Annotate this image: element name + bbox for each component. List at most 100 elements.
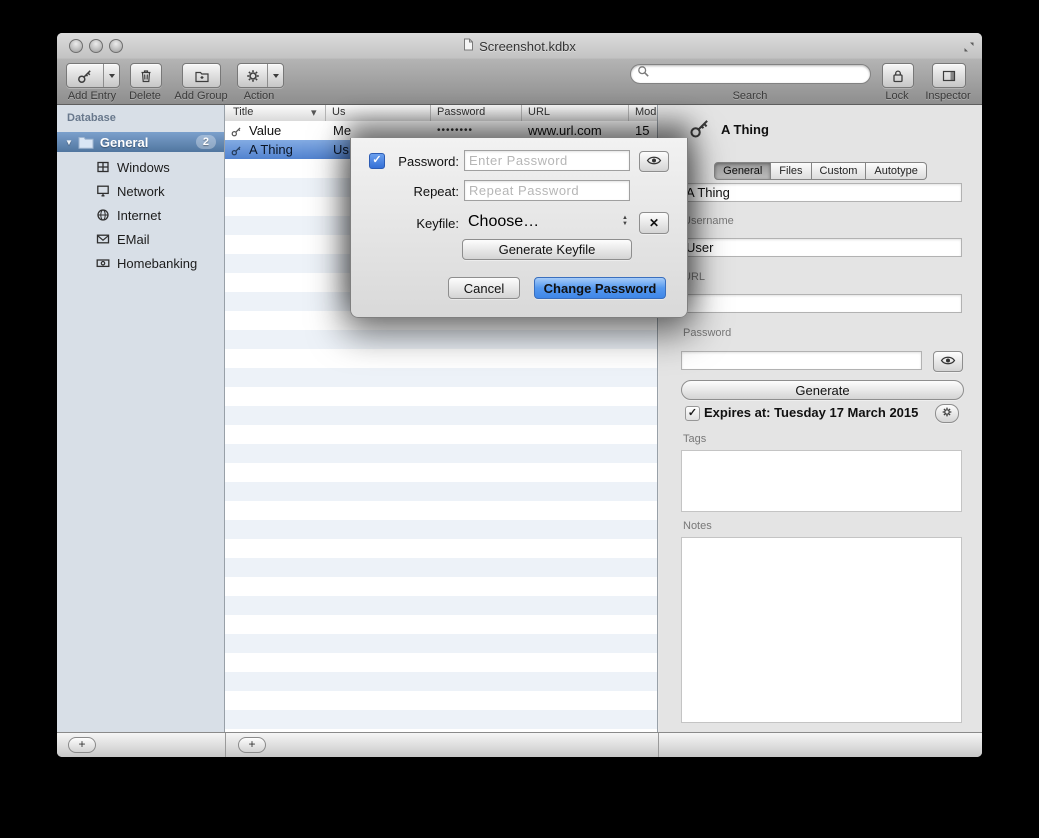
window-title: Screenshot.kdbx [479, 39, 576, 54]
tags-input[interactable] [681, 450, 962, 512]
document-icon [463, 38, 474, 54]
entry-title: Value [249, 123, 281, 138]
window-panes-icon [95, 160, 111, 174]
action-button[interactable] [237, 63, 284, 88]
sidebar-item-label: Internet [117, 208, 161, 223]
sidebar-item-email[interactable]: EMail [57, 227, 224, 251]
generate-keyfile-label: Generate Keyfile [499, 242, 596, 257]
sidebar-item-label: Homebanking [117, 256, 197, 271]
entry-url: www.url.com [528, 123, 602, 138]
footer-divider [658, 733, 659, 757]
column-header-url[interactable]: URL [528, 106, 550, 118]
reveal-new-password-button[interactable] [639, 151, 669, 172]
password-field[interactable] [681, 351, 922, 370]
expires-checkbox[interactable]: ✓ [685, 406, 700, 421]
lock-icon [883, 64, 913, 87]
disclosure-triangle-icon[interactable]: ▼ [65, 138, 73, 147]
app-window: Screenshot.kdbx Add Entry Delete Add Gro… [57, 33, 982, 757]
change-password-button[interactable]: Change Password [534, 277, 666, 299]
trash-icon [131, 64, 161, 87]
folder-icon [78, 136, 94, 149]
notes-input[interactable] [681, 537, 962, 723]
entry-password: •••••••• [437, 125, 473, 136]
gear-icon [941, 406, 953, 421]
title-field[interactable] [681, 183, 962, 202]
window-chrome: Screenshot.kdbx Add Entry Delete Add Gro… [57, 33, 982, 105]
tab-custom[interactable]: Custom [812, 162, 867, 180]
column-divider[interactable] [430, 105, 431, 121]
username-label: Username [683, 215, 734, 227]
delete-button[interactable] [130, 63, 162, 88]
column-divider[interactable] [628, 105, 629, 121]
action-dropdown[interactable] [267, 64, 283, 87]
sidebar-item-windows[interactable]: Windows [57, 155, 224, 179]
column-divider[interactable] [325, 105, 326, 121]
sort-indicator-icon: ▾ [311, 106, 317, 119]
add-entry-footer-button[interactable]: + [238, 737, 266, 753]
tab-files[interactable]: Files [771, 162, 811, 180]
monitor-icon [95, 184, 111, 198]
column-header-username[interactable]: Us [332, 106, 345, 118]
search-field[interactable] [630, 64, 871, 84]
generate-password-button[interactable]: Generate [681, 380, 964, 400]
key-icon [67, 64, 103, 87]
sidebar-item-internet[interactable]: Internet [57, 203, 224, 227]
add-entry-button[interactable] [66, 63, 120, 88]
sheet-password-label: Password: [383, 154, 459, 169]
close-icon: ✕ [649, 216, 659, 230]
reveal-password-button[interactable] [933, 351, 963, 372]
sidebar-group-general[interactable]: ▼ General 2 [57, 132, 224, 152]
url-field[interactable] [681, 294, 962, 313]
sheet-keyfile-label: Keyfile: [383, 216, 459, 231]
tab-autotype[interactable]: Autotype [866, 162, 926, 180]
notes-label: Notes [683, 520, 712, 532]
repeat-password-input[interactable] [464, 180, 630, 201]
generate-keyfile-button[interactable]: Generate Keyfile [462, 239, 632, 260]
new-password-input[interactable] [464, 150, 630, 171]
change-password-sheet: ✓ Password: Repeat: Keyfile: Choose… ▲▼ … [350, 138, 688, 318]
add-entry-dropdown[interactable] [103, 64, 119, 87]
add-group-footer-button[interactable]: + [68, 737, 96, 753]
popup-stepper-icon: ▲▼ [622, 216, 628, 227]
expires-options-button[interactable] [935, 404, 959, 423]
inspector-entry-title: A Thing [721, 122, 769, 137]
sheet-repeat-label: Repeat: [383, 184, 459, 199]
folder-plus-icon [183, 64, 220, 87]
add-group-button[interactable] [182, 63, 221, 88]
keyfile-popup-value: Choose… [468, 213, 539, 231]
change-password-label: Change Password [544, 281, 657, 296]
sidebar-item-homebanking[interactable]: Homebanking [57, 251, 224, 275]
fullscreen-icon[interactable] [963, 40, 975, 58]
search-label: Search [710, 90, 790, 102]
search-icon [637, 65, 650, 83]
sidebar-item-network[interactable]: Network [57, 179, 224, 203]
key-icon [689, 117, 711, 142]
key-icon [231, 125, 242, 140]
lock-button[interactable] [882, 63, 914, 88]
column-divider[interactable] [521, 105, 522, 121]
expires-label: Expires at: Tuesday 17 March 2015 [704, 405, 918, 420]
clear-keyfile-button[interactable]: ✕ [639, 212, 669, 234]
chevron-down-icon [273, 74, 279, 78]
search-input[interactable] [654, 66, 864, 82]
group-count-badge: 2 [196, 135, 216, 149]
sidebar-item-label: Network [117, 184, 165, 199]
tags-label: Tags [683, 433, 706, 445]
keyfile-popup[interactable]: Choose… ▲▼ [464, 211, 630, 232]
sidebar-item-label: EMail [117, 232, 150, 247]
username-field[interactable] [681, 238, 962, 257]
entry-title: A Thing [249, 142, 293, 157]
chevron-down-icon [109, 74, 115, 78]
entry-username: Us [333, 142, 349, 157]
column-header-title[interactable]: Title [233, 106, 253, 118]
inspector-toggle-button[interactable] [932, 63, 966, 88]
tab-general[interactable]: General [714, 162, 771, 180]
sidebar-item-label: Windows [117, 160, 170, 175]
column-header-password[interactable]: Password [437, 106, 485, 118]
cancel-button[interactable]: Cancel [448, 277, 520, 299]
column-header-modified[interactable]: Mod [635, 106, 656, 118]
key-icon [231, 144, 242, 159]
inspector-panel-icon [933, 64, 965, 87]
sidebar-section-header: Database [67, 112, 116, 124]
sidebar-group-label: General [100, 135, 148, 150]
